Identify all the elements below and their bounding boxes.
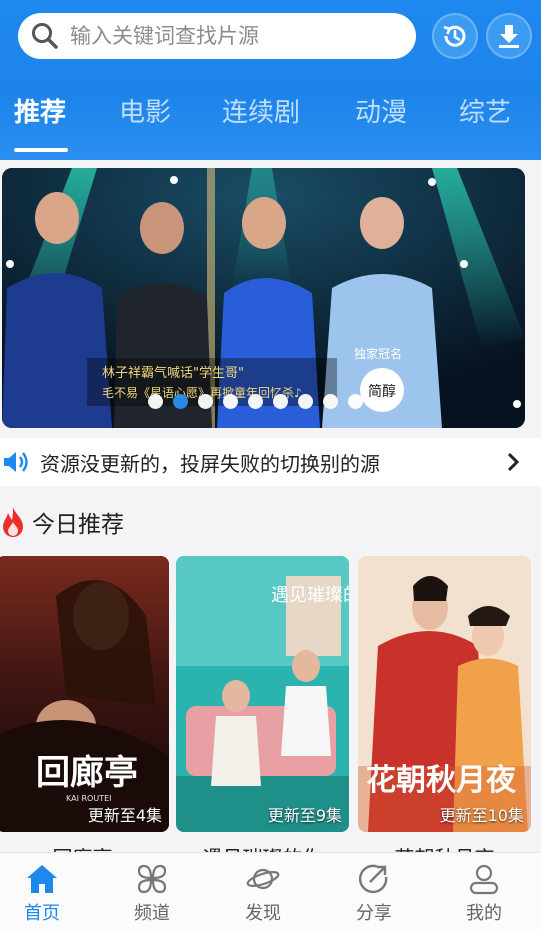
category-tabs: 推荐 电影 连续剧 动漫 综艺 — [0, 92, 541, 142]
history-icon — [443, 25, 466, 47]
poster-image: 回廊亭 KAI ROUTEI — [0, 556, 169, 832]
chevron-right-icon — [507, 452, 520, 472]
tab-recommend[interactable]: 推荐 — [14, 92, 66, 129]
home-icon — [27, 865, 57, 893]
discover-icon — [246, 868, 280, 890]
active-tab-indicator — [14, 148, 68, 152]
video-card[interactable]: 花朝秋月夜 更新至10集 — [358, 556, 531, 832]
pagination-dot[interactable] — [148, 394, 163, 409]
section-header: 今日推荐 — [0, 500, 124, 544]
episode-badge: 更新至9集 — [267, 806, 342, 825]
poster-title: 花朝秋月夜 — [366, 763, 517, 798]
tabbar-label: 我的 — [466, 903, 502, 924]
banner-logo: 简醇 — [368, 383, 396, 400]
tab-movies[interactable]: 电影 — [119, 92, 171, 129]
tab-variety[interactable]: 综艺 — [459, 92, 511, 129]
pagination-dot[interactable] — [348, 394, 363, 409]
search-icon — [32, 23, 58, 49]
profile-icon — [469, 864, 499, 895]
episode-badge: 更新至4集 — [87, 806, 162, 825]
poster-image: 花朝秋月夜 — [358, 556, 531, 832]
speaker-icon — [4, 452, 28, 472]
tabbar-label: 发现 — [245, 903, 281, 924]
tabbar-item-discover[interactable]: 发现 — [209, 853, 317, 930]
history-button[interactable] — [432, 13, 478, 59]
tab-series[interactable]: 连续剧 — [222, 92, 300, 129]
section-title: 今日推荐 — [32, 512, 124, 538]
tabbar-item-home[interactable]: 首页 — [0, 853, 96, 930]
bottom-tab-bar: 首页 频道 发现 分享 我的 — [0, 852, 541, 930]
download-button[interactable] — [486, 13, 532, 59]
search-bar[interactable] — [18, 13, 416, 59]
share-icon — [358, 864, 388, 894]
notice-text: 资源没更新的，投屏失败的切换别的源 — [40, 451, 380, 476]
notice-bar[interactable]: 资源没更新的，投屏失败的切换别的源 — [0, 438, 541, 486]
banner-image: 林子祥霸气喊话"学生哥" 毛不易《星语心愿》再掀童年回忆杀♪ 独家冠名 简醇 — [2, 168, 525, 428]
tabbar-label: 分享 — [356, 903, 392, 924]
tab-anime[interactable]: 动漫 — [355, 92, 407, 129]
fire-icon — [3, 507, 23, 537]
tabbar-label: 频道 — [134, 903, 170, 924]
banner-caption-1: 林子祥霸气喊话"学生哥" — [102, 365, 244, 381]
channel-icon — [137, 864, 167, 894]
pagination-dot[interactable] — [298, 394, 313, 409]
pagination-dot[interactable] — [173, 394, 188, 409]
pagination-dot[interactable] — [223, 394, 238, 409]
poster-image: 遇见璀璨的你 — [176, 556, 349, 832]
poster-title: 遇见璀璨的你 — [271, 585, 349, 606]
top-header: 推荐 电影 连续剧 动漫 综艺 — [0, 0, 541, 160]
episode-badge: 更新至10集 — [439, 806, 524, 825]
tabbar-item-channel[interactable]: 频道 — [98, 853, 206, 930]
hero-banner[interactable]: 林子祥霸气喊话"学生哥" 毛不易《星语心愿》再掀童年回忆杀♪ 独家冠名 简醇 — [2, 168, 525, 428]
banner-sponsor: 独家冠名 — [354, 346, 402, 361]
tabbar-item-profile[interactable]: 我的 — [430, 853, 538, 930]
tabbar-item-share[interactable]: 分享 — [320, 853, 428, 930]
pagination-dot[interactable] — [273, 394, 288, 409]
video-card[interactable]: 回廊亭 KAI ROUTEI 更新至4集 — [0, 556, 169, 832]
pagination-dot[interactable] — [198, 394, 213, 409]
pagination-dot[interactable] — [323, 394, 338, 409]
download-icon — [499, 25, 519, 48]
pagination-dot[interactable] — [248, 394, 263, 409]
poster-title: 回廊亭 — [36, 753, 138, 793]
video-card[interactable]: 遇见璀璨的你 更新至9集 — [176, 556, 349, 832]
banner-pagination — [148, 394, 363, 409]
tabbar-label: 首页 — [24, 903, 60, 924]
search-input[interactable] — [70, 24, 390, 48]
